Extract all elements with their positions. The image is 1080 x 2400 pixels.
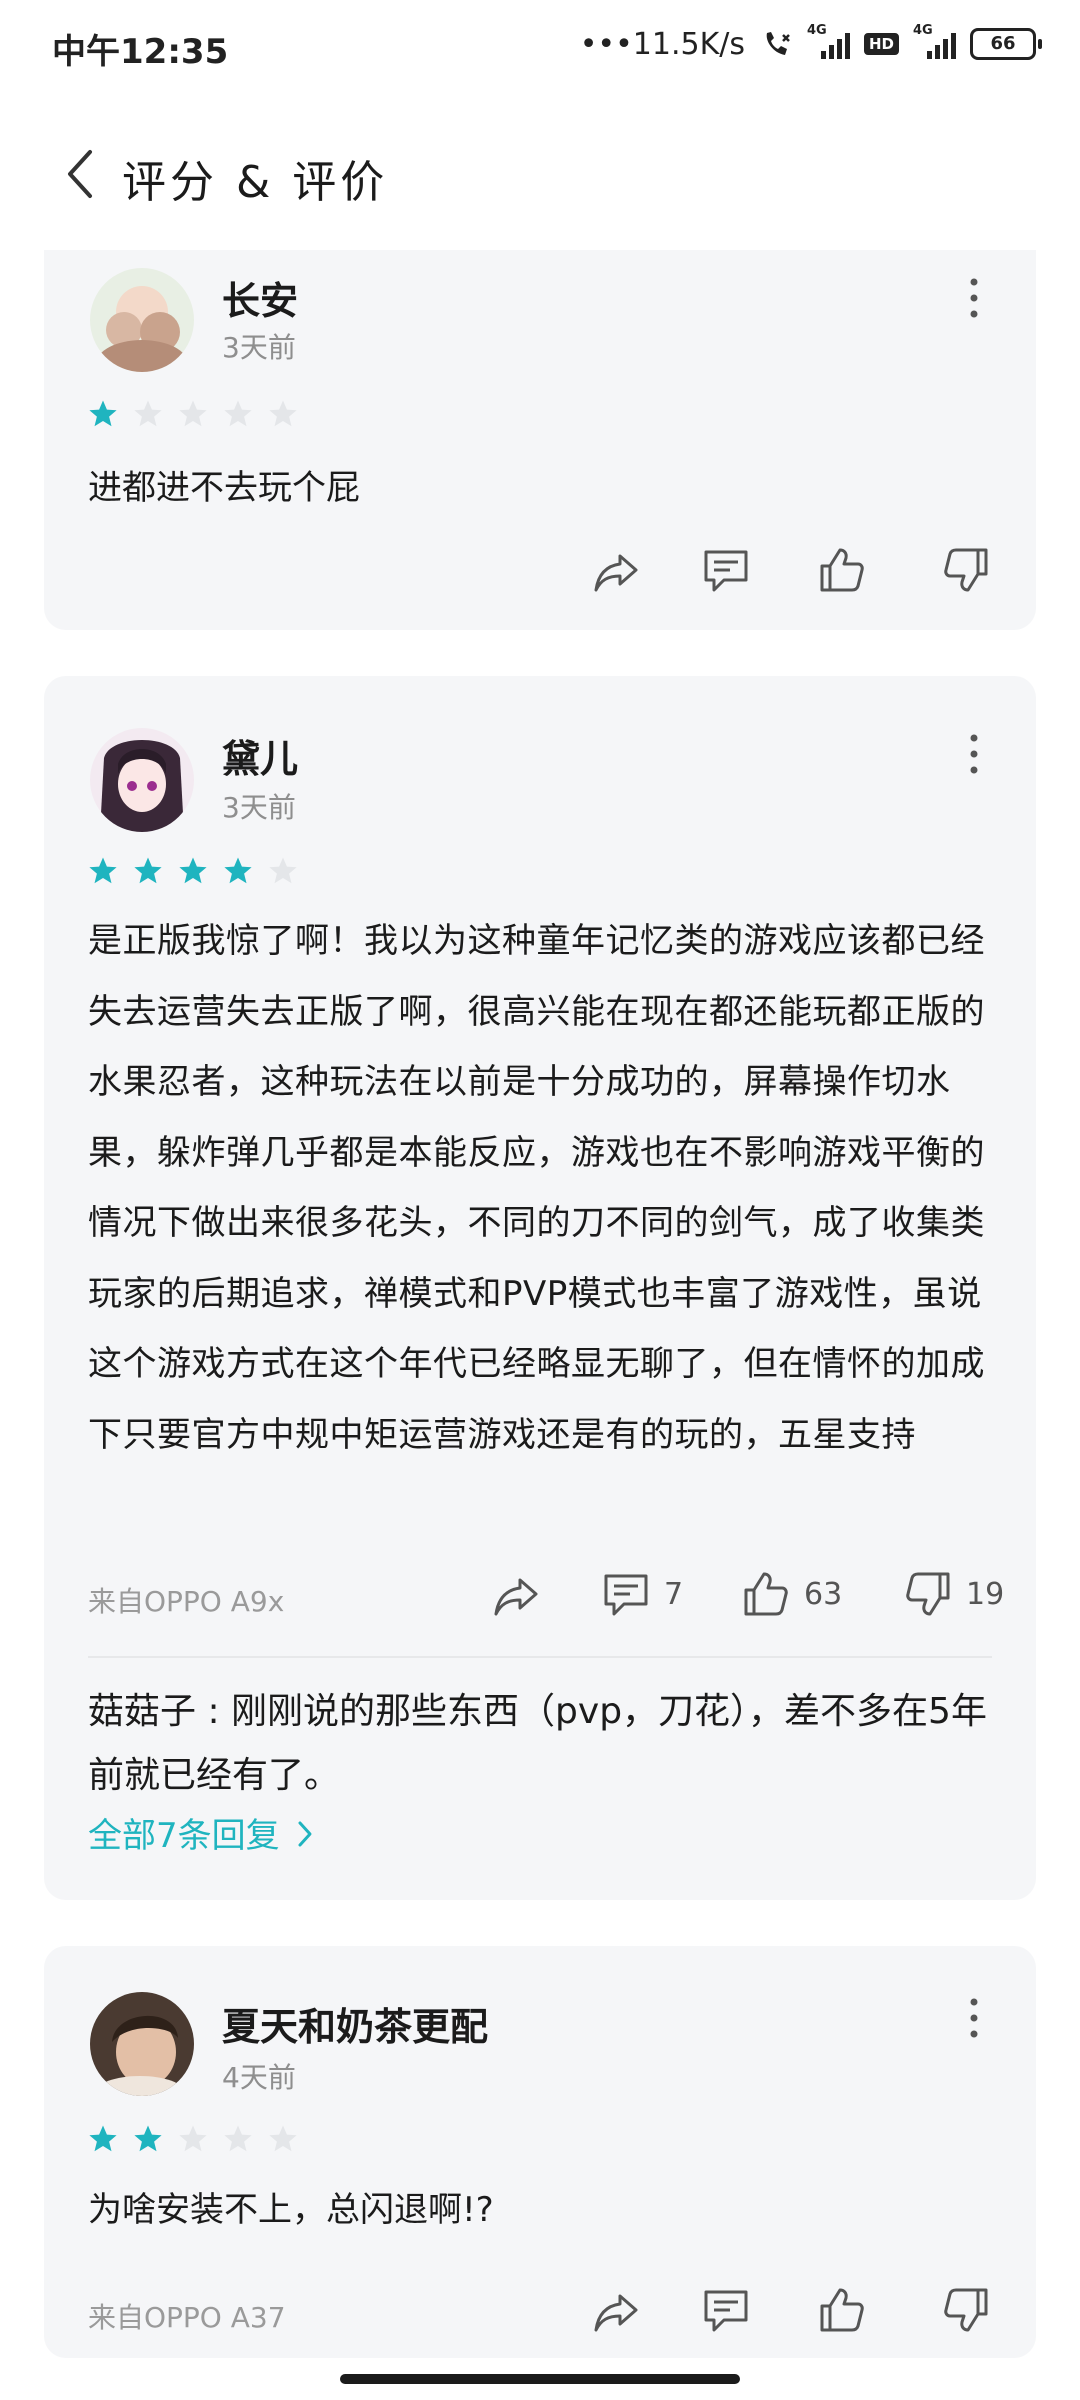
star-icon [88, 856, 118, 886]
dislike-button[interactable]: 19 [902, 1568, 1004, 1620]
thumbs-up-icon [816, 2284, 868, 2336]
comment-button[interactable]: 7 [600, 1568, 683, 1620]
share-button[interactable] [590, 546, 642, 598]
star-icon [178, 2124, 208, 2154]
avatar [90, 268, 194, 372]
comment-button[interactable] [700, 544, 752, 596]
user-name: 夏天和奶茶更配 [222, 2005, 489, 2049]
review-card: 黛儿 3天前 是正版我惊了啊！我以为这种童年记忆类的游戏应该都已经失去运营失去正… [44, 676, 1036, 1900]
divider [88, 1656, 992, 1658]
share-button[interactable] [590, 2286, 642, 2338]
star-icon [178, 856, 208, 886]
review-time: 3天前 [222, 791, 296, 824]
review-text: 为啥安装不上，总闪退啊!? [88, 2190, 494, 2230]
comment-icon [700, 2284, 752, 2336]
dislike-button[interactable] [940, 544, 992, 596]
star-icon [223, 399, 253, 429]
battery-icon: 66 [970, 28, 1042, 60]
user-name: 黛儿 [222, 737, 299, 781]
page-title: 评分 & 评价 [122, 157, 389, 208]
star-icon [223, 856, 253, 886]
status-icons: •••11.5K/s 4G HD 4G 66 [579, 22, 1042, 66]
dislike-button[interactable] [940, 2284, 992, 2336]
star-icon [268, 399, 298, 429]
star-icon [223, 2124, 253, 2154]
star-rating [88, 856, 298, 886]
star-icon [133, 2124, 163, 2154]
thumbs-up-icon [740, 1568, 792, 1620]
review-time: 4天前 [222, 2061, 296, 2094]
signal-2-icon: 4G [913, 23, 956, 59]
signal-1-icon: 4G [807, 23, 850, 59]
chevron-right-icon [298, 1821, 312, 1847]
review-text: 是正版我惊了啊！我以为这种童年记忆类的游戏应该都已经失去运营失去正版了啊，很高兴… [88, 921, 985, 1455]
reply-preview: 菇菇子 : 刚刚说的那些东西（pvp，刀花），差不多在5年前就已经有了。 [88, 1680, 988, 1808]
all-replies-link[interactable]: 全部7条回复 [88, 1808, 316, 1857]
avatar [90, 1992, 194, 2096]
device-label: 来自OPPO A37 [88, 2301, 286, 2334]
like-button[interactable] [816, 2284, 868, 2336]
star-rating [88, 2124, 298, 2154]
star-rating [88, 399, 298, 429]
comment-icon [700, 544, 752, 596]
star-icon [133, 856, 163, 886]
device-label: 来自OPPO A9x [88, 1585, 285, 1618]
top-bar: 评分 & 评价 [0, 110, 1080, 230]
share-button[interactable] [490, 1570, 542, 1622]
reply-separator: : [196, 1691, 232, 1732]
more-icon[interactable] [964, 276, 984, 320]
share-icon [490, 1570, 542, 1622]
review-text: 进都进不去玩个屁 [88, 468, 360, 508]
network-speed: •••11.5K/s [579, 26, 745, 62]
star-icon [268, 2124, 298, 2154]
hd-icon: HD [863, 33, 899, 55]
review-card: 夏天和奶茶更配 4天前 为啥安装不上，总闪退啊!? 来自OPPO A37 [44, 1946, 1036, 2358]
thumbs-up-icon [816, 544, 868, 596]
review-time: 3天前 [222, 331, 296, 364]
all-replies-label: 全部7条回复 [88, 1816, 280, 1856]
status-time: 中午12:35 [52, 32, 229, 72]
star-icon [88, 399, 118, 429]
share-icon [590, 546, 642, 598]
dislike-count: 19 [966, 1576, 1005, 1612]
thumbs-down-icon [940, 2284, 992, 2336]
comment-count: 7 [664, 1576, 684, 1612]
comment-icon [600, 1568, 652, 1620]
more-icon[interactable] [964, 1996, 984, 2040]
call-icon [766, 32, 790, 55]
share-icon [590, 2286, 642, 2338]
chevron-left-icon[interactable] [58, 146, 106, 202]
user-name: 长安 [222, 279, 299, 323]
star-icon [268, 856, 298, 886]
like-button[interactable]: 63 [740, 1568, 842, 1620]
thumbs-down-icon [902, 1568, 954, 1620]
like-count: 63 [804, 1576, 843, 1612]
thumbs-down-icon [940, 544, 992, 596]
avatar [90, 728, 194, 832]
comment-button[interactable] [700, 2284, 752, 2336]
status-bar: 中午12:35 •••11.5K/s 4G HD 4G 66 [0, 0, 1080, 90]
more-icon[interactable] [964, 732, 984, 776]
star-icon [133, 399, 163, 429]
reply-author: 菇菇子 [88, 1691, 197, 1732]
review-card: 长安 3天前 进都进不去玩个屁 [44, 250, 1036, 630]
star-icon [178, 399, 208, 429]
home-indicator[interactable] [340, 2374, 740, 2384]
star-icon [88, 2124, 118, 2154]
like-button[interactable] [816, 544, 868, 596]
